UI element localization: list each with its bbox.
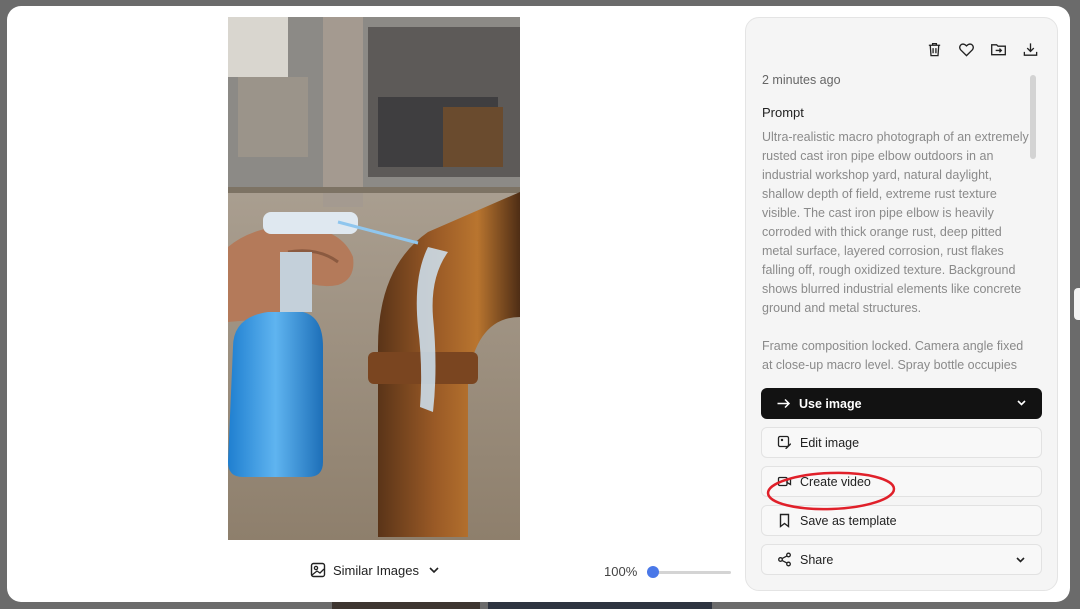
trash-icon <box>928 42 940 56</box>
favorite-button[interactable] <box>957 40 975 58</box>
background-edge-tab <box>1074 288 1080 320</box>
chevron-down-icon <box>429 567 439 574</box>
edit-image-label: Edit image <box>800 435 860 450</box>
image-bottom-bar: Similar Images 100% <box>7 554 747 590</box>
zoom-slider-thumb[interactable] <box>647 566 659 578</box>
zoom-slider-track <box>647 571 731 574</box>
save-as-template-label: Save as template <box>800 513 897 528</box>
heart-icon <box>958 42 974 57</box>
similar-images-label: Similar Images <box>333 562 419 578</box>
prompt-text: Ultra-realistic macro photograph of an e… <box>762 130 1029 372</box>
video-icon <box>777 476 792 487</box>
prompt-heading: Prompt <box>762 105 804 120</box>
chevron-down-icon <box>1017 400 1026 406</box>
background-thumbnail <box>488 601 712 609</box>
panel-toolbar <box>925 40 1039 58</box>
share-button[interactable]: Share <box>761 544 1042 575</box>
image-details-panel: 2 minutes ago Prompt Ultra-realistic mac… <box>745 17 1058 591</box>
similar-images-dropdown[interactable]: Similar Images <box>310 562 442 578</box>
chevron-down-icon <box>1016 557 1025 563</box>
prompt-scrollbar[interactable] <box>1030 75 1036 159</box>
create-video-label: Create video <box>800 474 871 489</box>
generated-image-illustration <box>228 17 520 540</box>
delete-button[interactable] <box>925 40 943 58</box>
image-detail-modal: Similar Images 100% 2 minutes ago Prompt… <box>7 6 1070 602</box>
move-to-folder-button[interactable] <box>989 40 1007 58</box>
download-icon <box>1023 42 1037 56</box>
edit-image-icon <box>777 435 791 449</box>
share-icon <box>778 552 791 567</box>
background-thumbnail <box>332 601 480 609</box>
generated-image[interactable] <box>228 17 520 540</box>
zoom-slider[interactable] <box>647 565 731 579</box>
similar-images-icon <box>310 562 326 578</box>
bookmark-icon <box>779 513 790 528</box>
use-image-button[interactable]: Use image <box>761 388 1042 419</box>
share-label: Share <box>800 552 834 567</box>
zoom-level: 100% <box>604 564 638 579</box>
created-timestamp: 2 minutes ago <box>762 73 841 87</box>
prompt-scroll-area[interactable]: Ultra-realistic macro photograph of an e… <box>762 128 1030 382</box>
edit-image-button[interactable]: Edit image <box>761 427 1042 458</box>
create-video-button[interactable]: Create video <box>761 466 1042 497</box>
arrow-right-icon <box>777 398 791 409</box>
folder-move-icon <box>990 43 1006 55</box>
save-as-template-button[interactable]: Save as template <box>761 505 1042 536</box>
use-image-label: Use image <box>799 396 862 411</box>
download-button[interactable] <box>1021 40 1039 58</box>
